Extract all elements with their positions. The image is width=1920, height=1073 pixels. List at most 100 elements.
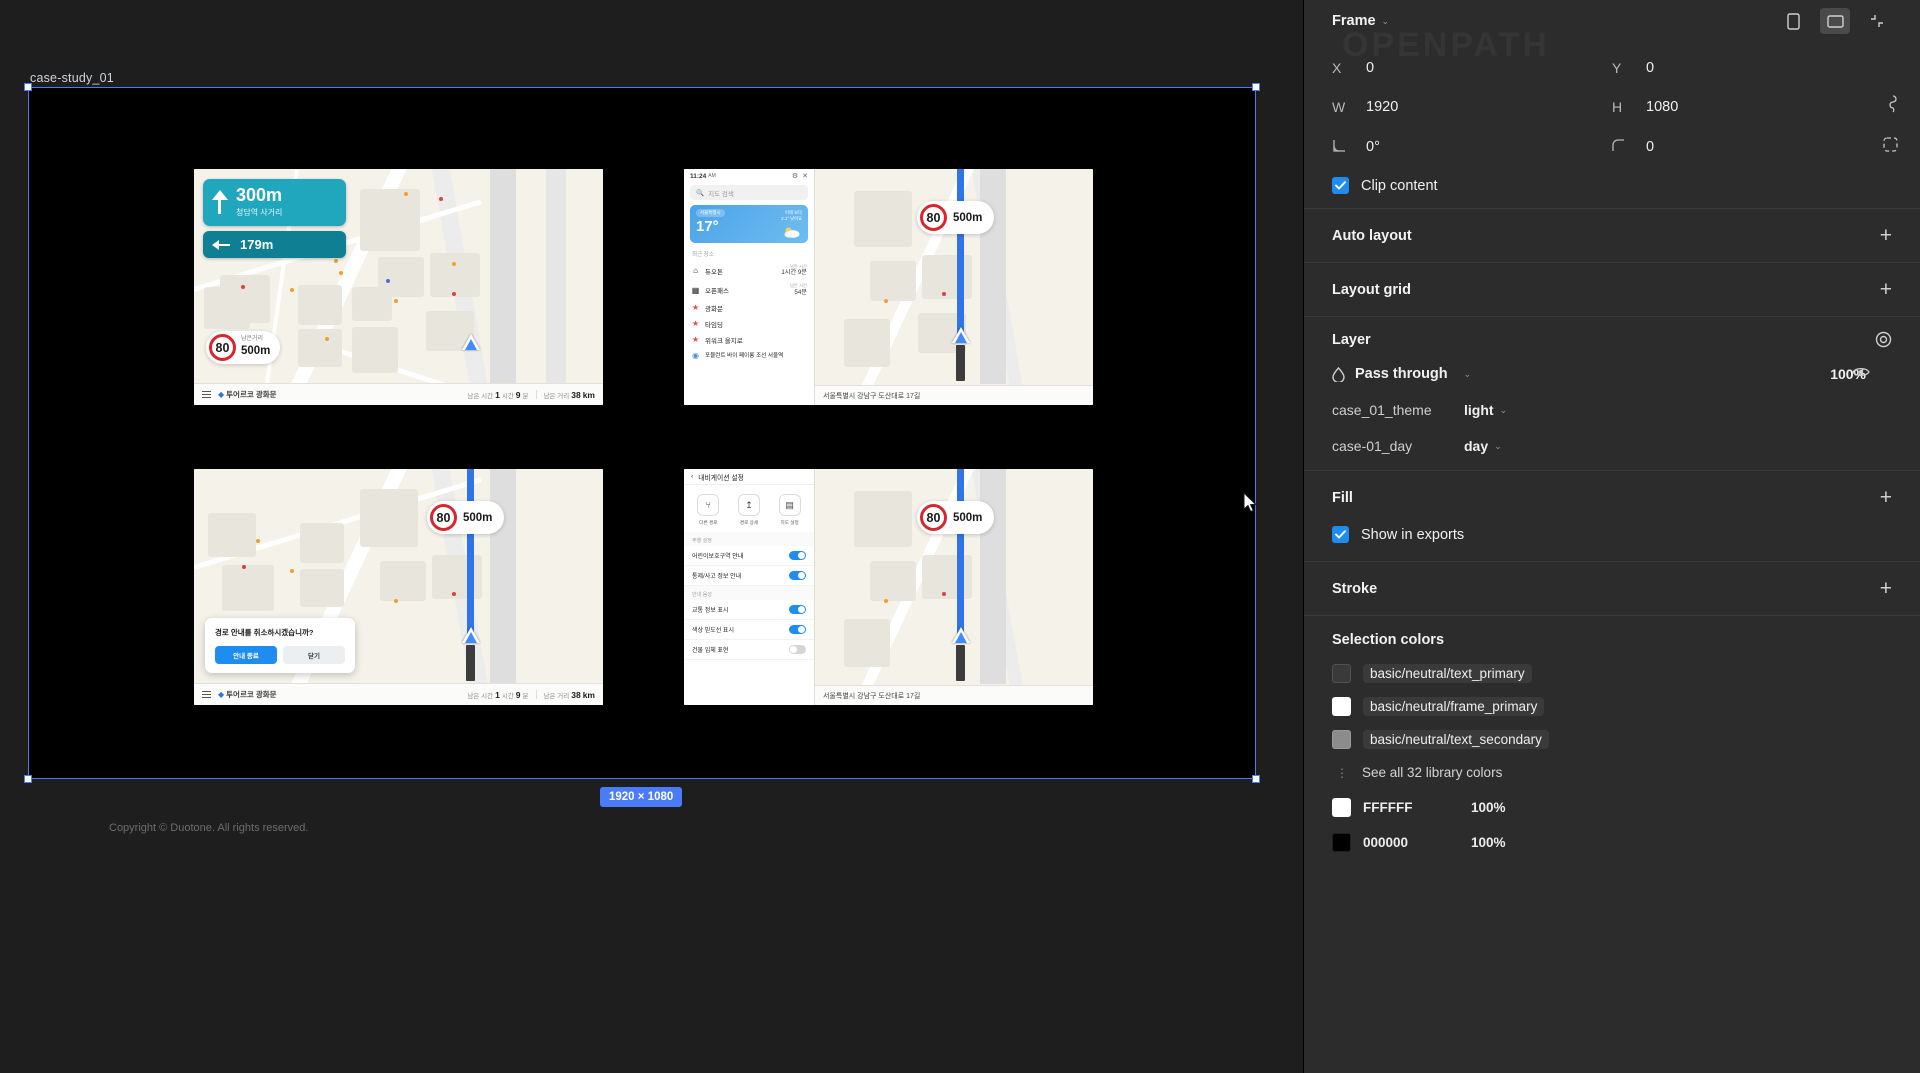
end-guidance-button[interactable]: 안내 종료 xyxy=(215,646,277,664)
quick-action-detail[interactable]: ↥ 경로 상세 xyxy=(732,494,765,526)
setting-toggle[interactable] xyxy=(789,625,806,634)
setting-toggle[interactable] xyxy=(789,605,806,614)
add-fill-button[interactable]: + xyxy=(1880,487,1892,508)
rotation-value[interactable]: 0° xyxy=(1366,139,1380,155)
color-token-name[interactable]: basic/neutral/text_primary xyxy=(1363,664,1532,683)
property-value[interactable]: light xyxy=(1464,402,1494,418)
setting-toggle[interactable] xyxy=(789,551,806,560)
resize-handle-bottom-right[interactable] xyxy=(1252,775,1260,783)
width-field[interactable]: W 1920 xyxy=(1332,95,1612,118)
resize-handle-top-left[interactable] xyxy=(24,83,32,91)
close-dialog-button[interactable]: 닫기 xyxy=(283,646,345,664)
nav-primary-instruction[interactable]: 300m 청담역 사거리 xyxy=(203,179,346,226)
settings-row[interactable]: 어린이보호구역 안내 xyxy=(684,546,814,566)
more-options-icon[interactable]: ⋮ xyxy=(1336,766,1348,780)
hex-color-row[interactable]: 000000 100% xyxy=(1332,833,1892,852)
list-item[interactable]: ◉ 포뮬런트 바이 페이롱 조선 서울역 xyxy=(684,348,814,363)
close-icon[interactable]: ✕ xyxy=(802,172,808,180)
color-swatch[interactable] xyxy=(1332,798,1351,817)
show-in-exports-checkbox[interactable] xyxy=(1332,526,1349,543)
map-screen-navigation[interactable]: 300m 청담역 사거리 179m 80 남은거리 500m ◆ 투어르코 광화… xyxy=(194,169,603,405)
visibility-eye-icon[interactable] xyxy=(1852,365,1870,383)
clip-content-checkbox[interactable] xyxy=(1332,177,1349,194)
corner-radius-field[interactable]: 0 xyxy=(1612,137,1898,157)
corner-radius-value[interactable]: 0 xyxy=(1646,139,1654,155)
layer-property-row[interactable]: case_01_theme light ⌄ xyxy=(1332,402,1892,418)
list-item[interactable]: ⌂ 듀오톤 남은 시간 1시간 9분 xyxy=(684,261,814,280)
quick-action-map[interactable]: ▤ 지도 설정 xyxy=(773,494,806,526)
color-swatch[interactable] xyxy=(1332,697,1351,716)
blend-mode-row[interactable]: Pass through ⌄ 100% xyxy=(1332,366,1892,382)
layer-property-row[interactable]: case-01_day day ⌄ xyxy=(1332,438,1892,454)
independent-corners-icon[interactable] xyxy=(1883,137,1898,157)
search-input[interactable]: 🔍 지도 검색 xyxy=(690,185,808,200)
cancel-route-dialog[interactable]: 경로 안내를 취소하시겠습니까? 안내 종료 닫기 xyxy=(205,618,355,673)
settings-row[interactable]: 교통 정보 표시 xyxy=(684,600,814,620)
frame-name-label[interactable]: case-study_01 xyxy=(30,71,114,85)
menu-icon[interactable] xyxy=(202,391,211,398)
show-in-exports-row[interactable]: Show in exports xyxy=(1332,526,1892,543)
phone-settings-panel[interactable]: ‹ 내비게이션 설정 ⑂ 다른 경로 ↥ 경로 상세 ▤ 지도 설정 주행 설정… xyxy=(684,469,815,705)
rotation-field[interactable]: 0° xyxy=(1332,137,1612,157)
settings-row[interactable]: 건물 입체 표현 xyxy=(684,640,814,660)
back-arrow-icon[interactable]: ‹ xyxy=(691,473,693,480)
add-layout-grid-button[interactable]: + xyxy=(1880,279,1892,300)
setting-toggle[interactable] xyxy=(789,645,806,654)
color-swatch[interactable] xyxy=(1332,664,1351,683)
hex-opacity[interactable]: 100% xyxy=(1471,835,1506,850)
settings-gear-icon[interactable]: ⚙ xyxy=(792,172,798,180)
map-bottom-status-bar[interactable]: ◆ 투어르코 광화문 남은 시간 1 시간 9 분 남은 거리 38 km xyxy=(194,383,603,405)
stroke-section[interactable]: Stroke + xyxy=(1304,562,1920,616)
clip-content-row[interactable]: Clip content xyxy=(1332,177,1892,194)
menu-icon[interactable] xyxy=(202,691,211,698)
layer-target-icon[interactable] xyxy=(1875,331,1892,348)
selection-color-row[interactable]: basic/neutral/text_secondary xyxy=(1332,730,1892,749)
properties-panel[interactable]: OPENPATH Frame ⌄ X xyxy=(1303,0,1920,1073)
property-chevron-down-icon[interactable]: ⌄ xyxy=(1500,405,1508,416)
hex-value[interactable]: 000000 xyxy=(1363,835,1459,850)
selection-color-row[interactable]: basic/neutral/text_primary xyxy=(1332,664,1892,683)
list-item[interactable]: ▦ 오픈패스 남은 시간 54분 xyxy=(684,280,814,299)
hex-value[interactable]: FFFFFF xyxy=(1363,800,1459,815)
weather-widget[interactable]: 서울특별시 17° 어제 보다 2.1° 낮아요 xyxy=(690,205,808,243)
y-value[interactable]: 0 xyxy=(1646,60,1654,76)
chevron-down-icon[interactable]: ⌄ xyxy=(1382,16,1390,27)
add-stroke-button[interactable]: + xyxy=(1880,578,1892,599)
auto-layout-section[interactable]: Auto layout + xyxy=(1304,209,1920,263)
setting-toggle[interactable] xyxy=(789,571,806,580)
selected-frame[interactable]: 300m 청담역 사거리 179m 80 남은거리 500m ◆ 투어르코 광화… xyxy=(24,83,1260,834)
navigation-instruction-card[interactable]: 300m 청담역 사거리 179m xyxy=(203,179,346,258)
property-value[interactable]: day xyxy=(1464,438,1488,454)
height-field[interactable]: H 1080 xyxy=(1612,95,1897,118)
collapse-panel-icon[interactable] xyxy=(1862,8,1892,34)
list-item[interactable]: ★ 타임딩 xyxy=(684,316,814,332)
add-auto-layout-button[interactable]: + xyxy=(1880,225,1892,246)
color-swatch[interactable] xyxy=(1332,833,1351,852)
layout-grid-section[interactable]: Layout grid + xyxy=(1304,263,1920,317)
portrait-orientation-button[interactable] xyxy=(1778,8,1808,34)
x-value[interactable]: 0 xyxy=(1366,60,1374,76)
color-swatch[interactable] xyxy=(1332,730,1351,749)
resize-handle-top-right[interactable] xyxy=(1252,83,1260,91)
see-all-library-colors-button[interactable]: ⋮ See all 32 library colors xyxy=(1336,765,1892,780)
color-token-name[interactable]: basic/neutral/frame_primary xyxy=(1363,697,1545,716)
list-item[interactable]: ★ 광화문 xyxy=(684,300,814,316)
w-value[interactable]: 1920 xyxy=(1366,99,1398,115)
landscape-orientation-button[interactable] xyxy=(1820,8,1850,34)
design-canvas[interactable]: case-study_01 300m 청담역 사거리 179m 80 남은거리 … xyxy=(0,0,1303,1073)
phone-search-panel[interactable]: 11:24 AM ⚙ ✕ 🔍 지도 검색 서울특별시 17° 어제 보다 2.1… xyxy=(684,169,815,405)
hex-opacity[interactable]: 100% xyxy=(1471,800,1506,815)
x-position-field[interactable]: X 0 xyxy=(1332,60,1612,76)
map-screen-search[interactable]: 80 500m 서울특별시 강남구 도산대로 17길 11:24 AM ⚙ ✕ xyxy=(684,169,1093,405)
map-screen-settings[interactable]: 80 500m 서울특별시 강남구 도산대로 17길 ‹ 내비게이션 설정 ⑂ … xyxy=(684,469,1093,705)
property-chevron-down-icon[interactable]: ⌄ xyxy=(1494,441,1502,452)
settings-row[interactable]: 통제/사고 정보 안내 xyxy=(684,566,814,586)
color-token-name[interactable]: basic/neutral/text_secondary xyxy=(1363,730,1549,749)
blend-mode-value[interactable]: Pass through xyxy=(1355,366,1448,382)
map-bottom-status-bar[interactable]: ◆ 투어르코 광화문 남은 시간 1 시간 9 분 남은 거리 38 km xyxy=(194,683,603,705)
selection-color-row[interactable]: basic/neutral/frame_primary xyxy=(1332,697,1892,716)
blend-mode-chevron-down-icon[interactable]: ⌄ xyxy=(1464,369,1472,380)
nav-secondary-instruction[interactable]: 179m xyxy=(203,231,346,258)
list-item[interactable]: ★ 위워크 을지로 xyxy=(684,332,814,348)
resize-handle-bottom-left[interactable] xyxy=(24,775,32,783)
